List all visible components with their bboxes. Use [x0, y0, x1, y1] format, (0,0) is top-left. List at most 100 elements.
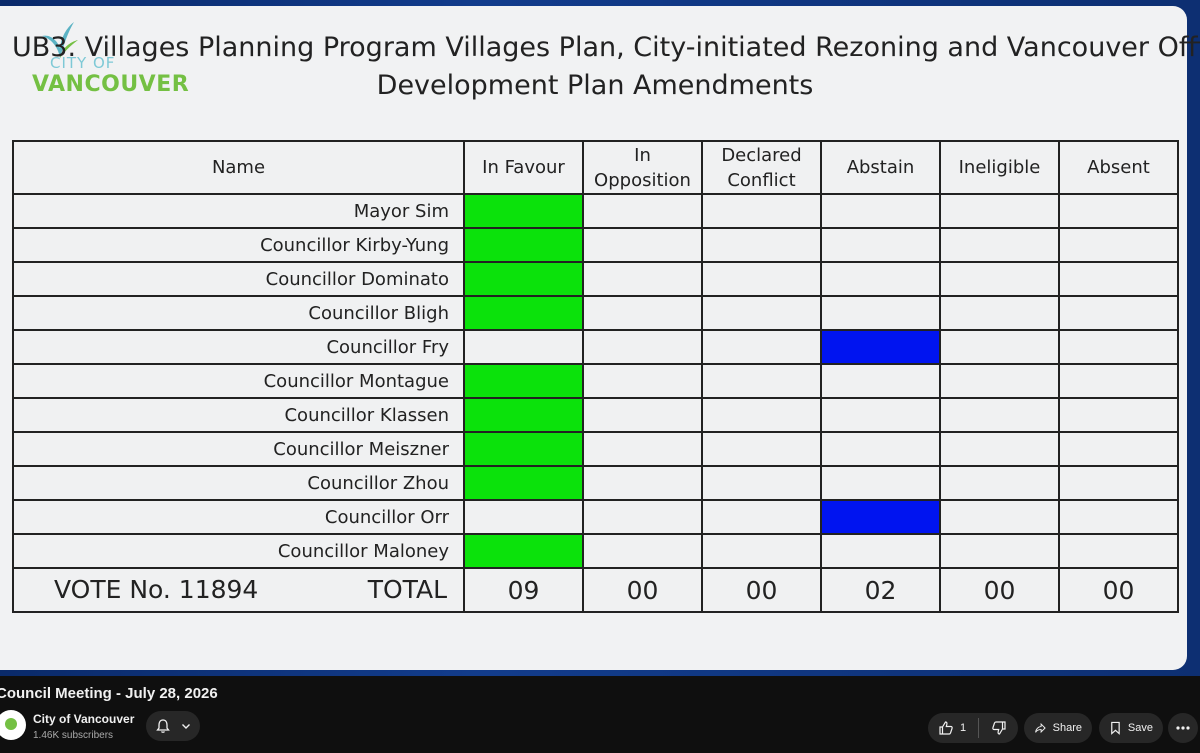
- share-label: Share: [1052, 722, 1082, 734]
- councillor-name: Councillor Montague: [12, 363, 465, 399]
- total-in-opposition: 00: [582, 567, 703, 613]
- presentation-slide: CITY OF VANCOUVER UB3. Villages Planning…: [0, 6, 1200, 670]
- header-abstain: Abstain: [820, 140, 941, 195]
- header-ineligible: Ineligible: [939, 140, 1060, 195]
- table-row: Councillor Fry: [12, 329, 1179, 365]
- vote-cell-absent: [1058, 431, 1179, 467]
- table-row: Councillor Orr: [12, 499, 1179, 535]
- vote-cell-abstain: [820, 397, 941, 433]
- vote-cell-absent: [1058, 533, 1179, 569]
- vote-cell-declared-conflict: [701, 193, 822, 229]
- vote-cell-abstain: [820, 295, 941, 331]
- like-divider: [978, 718, 980, 738]
- bell-icon: [156, 719, 170, 733]
- channel-avatar[interactable]: [0, 710, 26, 740]
- councillor-name: Councillor Kirby-Yung: [12, 227, 465, 263]
- vote-cell-declared-conflict: [701, 329, 822, 365]
- vote-cell-declared-conflict: [701, 465, 822, 501]
- more-icon: [1176, 726, 1190, 730]
- vote-cell-in-opposition: [582, 363, 703, 399]
- share-icon: [1035, 722, 1046, 734]
- vote-cell-ineligible: [939, 397, 1060, 433]
- vote-cell-abstain: [820, 465, 941, 501]
- vote-cell-in-favour: [463, 397, 584, 433]
- total-ineligible: 00: [939, 567, 1060, 613]
- subscriber-count: 1.46K subscribers: [33, 730, 114, 741]
- video-info-bar: Council Meeting - July 28, 2026 City of …: [0, 676, 1200, 753]
- header-absent: Absent: [1058, 140, 1179, 195]
- vote-cell-declared-conflict: [701, 431, 822, 467]
- channel-name[interactable]: City of Vancouver: [33, 712, 134, 726]
- vote-cell-in-favour: [463, 193, 584, 229]
- vote-cell-abstain: [820, 261, 941, 297]
- councillor-name: Councillor Fry: [12, 329, 465, 365]
- vote-cell-ineligible: [939, 499, 1060, 535]
- table-row: Mayor Sim: [12, 193, 1179, 229]
- table-row: Councillor Montague: [12, 363, 1179, 399]
- vote-cell-in-opposition: [582, 295, 703, 331]
- vote-cell-ineligible: [939, 193, 1060, 229]
- vote-cell-declared-conflict: [701, 295, 822, 331]
- vote-cell-ineligible: [939, 363, 1060, 399]
- vote-cell-declared-conflict: [701, 499, 822, 535]
- more-actions-button[interactable]: [1168, 713, 1198, 743]
- vote-cell-abstain: [820, 227, 941, 263]
- total-abstain: 02: [820, 567, 941, 613]
- table-row: Councillor Zhou: [12, 465, 1179, 501]
- councillor-name: Councillor Bligh: [12, 295, 465, 331]
- table-row: Councillor Kirby-Yung: [12, 227, 1179, 263]
- vote-cell-in-opposition: [582, 261, 703, 297]
- vote-cell-absent: [1058, 193, 1179, 229]
- share-button[interactable]: Share: [1024, 713, 1092, 743]
- like-count[interactable]: 1: [960, 722, 966, 734]
- table-row: Councillor Meiszner: [12, 431, 1179, 467]
- vote-cell-in-opposition: [582, 227, 703, 263]
- vote-cell-in-opposition: [582, 533, 703, 569]
- notifications-button[interactable]: [146, 711, 200, 741]
- vote-cell-in-favour: [463, 533, 584, 569]
- vote-cell-ineligible: [939, 533, 1060, 569]
- total-row: VOTE No. 11894 TOTAL 09 00 00 02 00 00: [12, 567, 1179, 613]
- vote-cell-in-favour: [463, 465, 584, 501]
- vote-cell-ineligible: [939, 431, 1060, 467]
- vote-cell-in-favour: [463, 431, 584, 467]
- slide-title-line2: Development Plan Amendments: [376, 70, 814, 101]
- vote-cell-absent: [1058, 261, 1179, 297]
- vote-cell-abstain: [820, 363, 941, 399]
- save-label: Save: [1127, 722, 1153, 734]
- vote-cell-ineligible: [939, 295, 1060, 331]
- total-label: TOTAL: [367, 575, 447, 604]
- header-in-opposition: In Opposition: [582, 140, 703, 195]
- vote-table: Name In Favour In Opposition Declared Co…: [12, 140, 1179, 613]
- vote-cell-in-favour: [463, 499, 584, 535]
- vote-cell-abstain: [820, 499, 941, 535]
- vote-cell-in-favour: [463, 295, 584, 331]
- vote-cell-abstain: [820, 533, 941, 569]
- header-name: Name: [12, 140, 465, 195]
- vote-cell-in-opposition: [582, 465, 703, 501]
- councillor-name: Councillor Zhou: [12, 465, 465, 501]
- councillor-name: Mayor Sim: [12, 193, 465, 229]
- vote-cell-in-favour: [463, 329, 584, 365]
- vote-cell-in-favour: [463, 261, 584, 297]
- thumbs-up-icon[interactable]: [938, 720, 954, 736]
- bookmark-icon: [1111, 721, 1120, 735]
- total-declared-conflict: 00: [701, 567, 822, 613]
- save-button[interactable]: Save: [1099, 713, 1163, 743]
- table-row: Councillor Bligh: [12, 295, 1179, 331]
- vote-cell-ineligible: [939, 329, 1060, 365]
- councillor-name: Councillor Klassen: [12, 397, 465, 433]
- table-row: Councillor Dominato: [12, 261, 1179, 297]
- chevron-down-icon: [182, 724, 190, 729]
- vote-cell-in-opposition: [582, 193, 703, 229]
- table-row: Councillor Maloney: [12, 533, 1179, 569]
- total-in-favour: 09: [463, 567, 584, 613]
- vote-cell-ineligible: [939, 227, 1060, 263]
- councillor-name: Councillor Maloney: [12, 533, 465, 569]
- thumbs-down-icon[interactable]: [991, 720, 1007, 736]
- vote-cell-declared-conflict: [701, 363, 822, 399]
- vote-cell-absent: [1058, 499, 1179, 535]
- vote-cell-in-favour: [463, 363, 584, 399]
- vote-cell-abstain: [820, 431, 941, 467]
- vote-cell-declared-conflict: [701, 261, 822, 297]
